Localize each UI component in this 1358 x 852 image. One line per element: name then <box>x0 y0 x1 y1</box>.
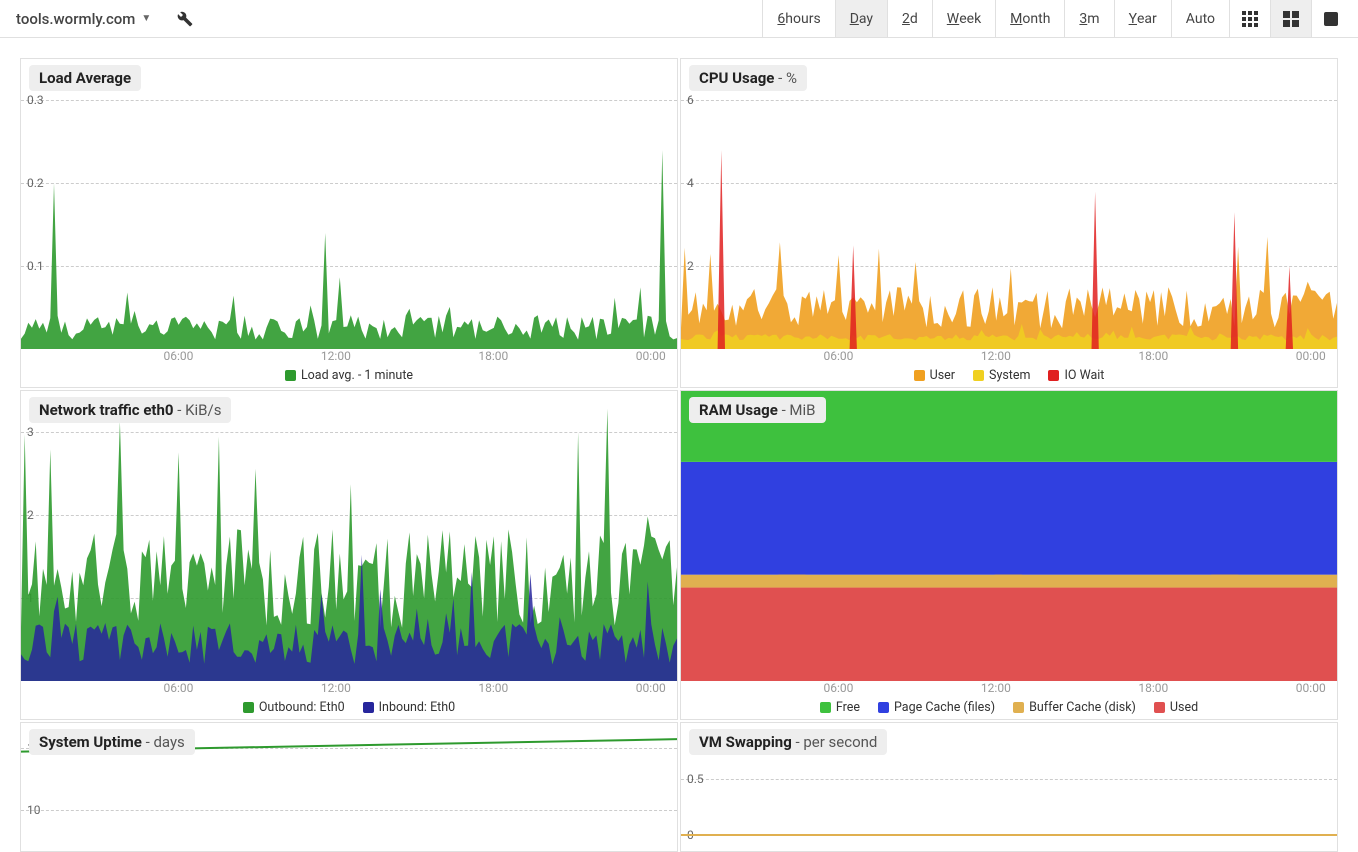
legend-label: IO Wait <box>1064 368 1104 383</box>
range-year[interactable]: Year <box>1114 0 1171 37</box>
legend-label: Outbound: Eth0 <box>259 700 345 715</box>
legend-item[interactable]: Page Cache (files) <box>878 700 995 715</box>
wrench-icon <box>177 11 193 27</box>
legend-item[interactable]: Buffer Cache (disk) <box>1013 700 1136 715</box>
top-bar: tools.wormly.com ▼ 6 hoursDay2dWeekMonth… <box>0 0 1358 38</box>
chart-area[interactable]: 0.10.20.306:0012:0018:0000:00 <box>21 59 677 365</box>
grid-3x3-button[interactable] <box>1229 0 1270 37</box>
panel-title: VM Swapping - per second <box>689 729 887 755</box>
chart-area[interactable]: 12306:0012:0018:0000:00 <box>21 391 677 697</box>
panel-title: Load Average <box>29 65 141 91</box>
legend-label: System <box>989 368 1030 383</box>
panel-title: CPU Usage - % <box>689 65 807 91</box>
legend-label: User <box>930 368 955 383</box>
legend-item[interactable]: Outbound: Eth0 <box>243 700 345 715</box>
range-2d[interactable]: 2d <box>887 0 932 37</box>
panel-load-average[interactable]: Load Average 0.10.20.306:0012:0018:0000:… <box>20 58 678 388</box>
legend: User System IO Wait <box>681 365 1337 387</box>
panel-network-traffic[interactable]: Network traffic eth0 - KiB/s 12306:0012:… <box>20 390 678 720</box>
legend-swatch <box>973 370 984 381</box>
legend: Free Page Cache (files) Buffer Cache (disk… <box>681 697 1337 719</box>
chevron-down-icon: ▼ <box>141 13 151 24</box>
legend-item[interactable]: Inbound: Eth0 <box>363 700 456 715</box>
range-month[interactable]: Month <box>995 0 1064 37</box>
legend-swatch <box>914 370 925 381</box>
legend-swatch <box>363 702 374 713</box>
legend: Load avg. - 1 minute <box>21 365 677 387</box>
range-auto[interactable]: Auto <box>1171 0 1229 37</box>
panel-cpu-usage[interactable]: CPU Usage - % 24606:0012:0018:0000:00 Us… <box>680 58 1338 388</box>
range-6hours[interactable]: 6 hours <box>762 0 834 37</box>
panel-system-uptime[interactable]: System Uptime - days 1015 <box>20 722 678 852</box>
legend-label: Page Cache (files) <box>894 700 995 715</box>
legend-swatch <box>820 702 831 713</box>
chart-area[interactable]: 24606:0012:0018:0000:00 <box>681 59 1337 365</box>
legend-label: Inbound: Eth0 <box>379 700 456 715</box>
square-icon <box>1324 12 1338 26</box>
legend-item[interactable]: Free <box>820 700 860 715</box>
settings-button[interactable] <box>171 5 199 33</box>
legend-label: Free <box>836 700 860 715</box>
panel-title: RAM Usage - MiB <box>689 397 826 423</box>
panel-ram-usage[interactable]: RAM Usage - MiB 20040060080006:0012:0018… <box>680 390 1338 720</box>
legend-swatch <box>285 370 296 381</box>
host-selector[interactable]: tools.wormly.com ▼ <box>8 6 159 32</box>
chart-area[interactable]: 20040060080006:0012:0018:0000:00 <box>681 391 1337 697</box>
legend-item[interactable]: System <box>973 368 1030 383</box>
legend-swatch <box>878 702 889 713</box>
legend-item[interactable]: IO Wait <box>1048 368 1104 383</box>
host-name: tools.wormly.com <box>16 10 135 28</box>
single-view-button[interactable] <box>1311 0 1350 37</box>
legend-swatch <box>243 702 254 713</box>
legend: Outbound: Eth0 Inbound: Eth0 <box>21 697 677 719</box>
legend-label: Buffer Cache (disk) <box>1029 700 1136 715</box>
legend-label: Used <box>1170 700 1198 715</box>
time-range-group: 6 hoursDay2dWeekMonth3mYearAuto <box>762 0 1229 37</box>
grid-2x2-icon <box>1283 11 1299 27</box>
legend-swatch <box>1048 370 1059 381</box>
range-day[interactable]: Day <box>835 0 887 37</box>
range-week[interactable]: Week <box>932 0 995 37</box>
grid-2x2-button[interactable] <box>1270 0 1311 37</box>
legend-label: Load avg. - 1 minute <box>301 368 413 383</box>
legend-item[interactable]: Used <box>1154 700 1198 715</box>
panel-title: System Uptime - days <box>29 729 195 755</box>
legend-swatch <box>1013 702 1024 713</box>
legend-swatch <box>1154 702 1165 713</box>
range-3m[interactable]: 3m <box>1064 0 1113 37</box>
legend-item[interactable]: Load avg. - 1 minute <box>285 368 413 383</box>
grid-3x3-icon <box>1242 11 1258 27</box>
panel-title: Network traffic eth0 - KiB/s <box>29 397 231 423</box>
charts-grid: Load Average 0.10.20.306:0012:0018:0000:… <box>0 38 1358 852</box>
legend-item[interactable]: User <box>914 368 955 383</box>
panel-vm-swapping[interactable]: VM Swapping - per second 00.5 <box>680 722 1338 852</box>
